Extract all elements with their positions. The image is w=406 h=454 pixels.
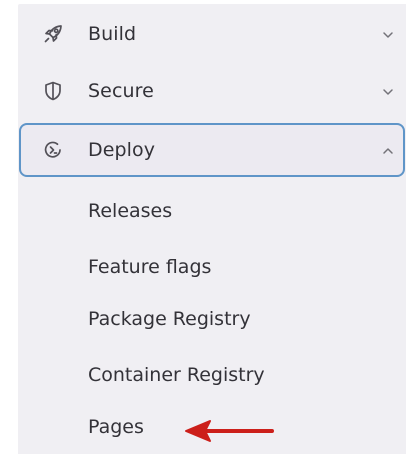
shield-icon <box>45 81 61 101</box>
sidebar-item-build[interactable]: Build <box>18 8 406 60</box>
red-arrow-icon <box>185 420 274 442</box>
sidebar-item-label: Deploy <box>88 139 156 161</box>
chevron-down-icon <box>383 32 393 38</box>
sidebar: Build Secure Deploy Releases Feature fla… <box>18 4 406 454</box>
sidebar-item-deploy[interactable]: Deploy <box>19 123 405 177</box>
sidebar-subitem-pages[interactable]: Pages <box>88 415 144 439</box>
sidebar-subitem-package-registry[interactable]: Package Registry <box>88 307 251 331</box>
sidebar-subitem-releases[interactable]: Releases <box>88 199 172 223</box>
sidebar-subitem-container-registry[interactable]: Container Registry <box>88 363 265 387</box>
chevron-up-icon <box>383 148 393 154</box>
sidebar-subitem-feature-flags[interactable]: Feature flags <box>88 255 211 279</box>
sidebar-item-label: Build <box>88 23 137 45</box>
sidebar-item-label: Secure <box>88 80 154 102</box>
rocket-icon <box>44 25 62 43</box>
chevron-down-icon <box>383 89 393 95</box>
deploy-icon <box>44 141 61 158</box>
sidebar-item-secure[interactable]: Secure <box>18 65 406 117</box>
